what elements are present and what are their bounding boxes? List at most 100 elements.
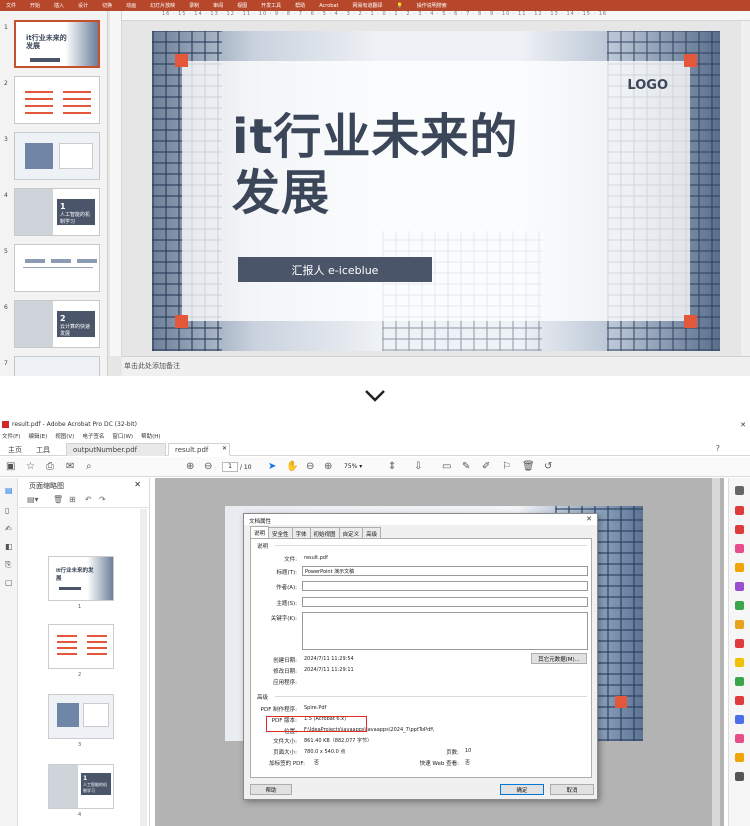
ok-button[interactable]: 确定 bbox=[500, 784, 544, 795]
title-field[interactable]: PowerPoint 演示文稿 bbox=[302, 566, 588, 576]
bookmark-icon[interactable]: ▯ bbox=[5, 506, 9, 515]
slide-thumbnail-5[interactable] bbox=[14, 244, 100, 292]
zoom-out-icon[interactable]: ⊖ bbox=[306, 462, 314, 472]
notes-pane[interactable]: 单击此处添加备注 bbox=[122, 356, 750, 376]
dialog-close-icon[interactable]: ✕ bbox=[586, 515, 592, 523]
slide-title[interactable]: it行业未来的 发展 bbox=[232, 109, 518, 221]
edit-pdf-icon[interactable] bbox=[735, 544, 744, 553]
certificate-icon[interactable] bbox=[735, 753, 744, 762]
save-icon[interactable]: ▣ bbox=[6, 462, 15, 472]
ribbon-tab[interactable]: Acrobat bbox=[319, 3, 338, 9]
ribbon-tab[interactable]: 幻灯片放映 bbox=[150, 2, 175, 9]
delete-icon[interactable]: 🗑 bbox=[522, 462, 535, 472]
menu-window[interactable]: 窗口(W) bbox=[112, 432, 133, 440]
slide-thumbnail-6[interactable]: 2 云计算的快速发展 bbox=[14, 300, 100, 348]
page-down-icon[interactable]: ⊖ bbox=[204, 462, 212, 472]
compress-icon[interactable] bbox=[735, 658, 744, 667]
protect-icon[interactable] bbox=[735, 639, 744, 648]
stamp-icon[interactable]: ⚐ bbox=[502, 462, 511, 472]
window-close-icon[interactable]: ✕ bbox=[740, 421, 746, 429]
scroll-mode-icon[interactable]: ⇩ bbox=[414, 462, 422, 472]
protect-shield-icon[interactable] bbox=[735, 715, 744, 724]
author-field[interactable] bbox=[302, 581, 588, 591]
tell-me-search[interactable]: 操作说明搜索 bbox=[417, 2, 447, 9]
export-pdf-icon[interactable] bbox=[735, 506, 744, 515]
undo-icon[interactable]: ↺ bbox=[544, 462, 552, 472]
attachment-icon[interactable]: ⎘ bbox=[5, 560, 11, 570]
slide-thumbnail-7[interactable] bbox=[14, 356, 100, 376]
pdf-thumbnail-3[interactable] bbox=[48, 694, 114, 739]
organize-pages-icon[interactable] bbox=[735, 601, 744, 610]
ribbon-tab[interactable]: 帮助 bbox=[295, 2, 305, 9]
slide-thumbnail-1[interactable]: it行业未来的发展 bbox=[14, 20, 100, 68]
document-scrollbar[interactable] bbox=[712, 478, 720, 826]
options-menu-icon[interactable]: ▤▾ bbox=[27, 495, 39, 504]
slide-thumbnail-3[interactable] bbox=[14, 132, 100, 180]
help-icon[interactable]: ? bbox=[716, 444, 720, 453]
tab-initial-view[interactable]: 初始视图 bbox=[309, 527, 340, 538]
select-cursor-icon[interactable]: ➤ bbox=[268, 462, 276, 472]
mail-icon[interactable]: ✉ bbox=[66, 462, 74, 472]
print-icon[interactable]: ⎙ bbox=[46, 462, 54, 472]
highlight-icon[interactable]: ✐ bbox=[482, 462, 490, 472]
comment-tool-icon[interactable] bbox=[735, 563, 744, 572]
pen-icon[interactable]: ✎ bbox=[462, 462, 470, 472]
ribbon-tab[interactable]: 开发工具 bbox=[261, 2, 281, 9]
pdf-thumbnail-4[interactable]: 1 人工智能的机制学习 bbox=[48, 764, 114, 809]
pdf-thumbnail-2[interactable] bbox=[48, 624, 114, 669]
panel-close-icon[interactable]: ✕ bbox=[134, 480, 141, 489]
rotate-right-icon[interactable]: ↷ bbox=[99, 495, 106, 504]
fill-sign-icon[interactable] bbox=[735, 582, 744, 591]
ribbon-tab[interactable]: 录制 bbox=[189, 2, 199, 9]
tab-output-number-pdf[interactable]: outputNumber.pdf bbox=[66, 443, 166, 456]
page-thumbnails-icon[interactable]: ▤ bbox=[5, 486, 13, 495]
menu-esign[interactable]: 电子签名 bbox=[82, 432, 104, 440]
close-tab-icon[interactable]: ✕ bbox=[222, 445, 227, 452]
tab-description[interactable]: 说明 bbox=[250, 526, 270, 538]
zoom-tool-icon[interactable] bbox=[735, 486, 744, 495]
page-up-icon[interactable]: ⊕ bbox=[186, 462, 194, 472]
insert-page-icon[interactable]: ⊞ bbox=[69, 495, 76, 504]
reporter-box[interactable]: 汇报人 e-iceblue bbox=[238, 257, 432, 282]
more-tools-icon[interactable] bbox=[735, 772, 744, 781]
comment-icon[interactable]: ▭ bbox=[442, 462, 451, 472]
more-metadata-button[interactable]: 其它元数据(M)... bbox=[531, 653, 587, 664]
zoom-in-icon[interactable]: ⊕ bbox=[324, 462, 332, 472]
tab-tools[interactable]: 工具 bbox=[30, 443, 56, 456]
search-icon[interactable]: ⌕ bbox=[86, 462, 92, 472]
tab-fonts[interactable]: 字体 bbox=[291, 527, 311, 538]
slide-thumbnail-2[interactable] bbox=[14, 76, 100, 124]
ribbon-tab[interactable]: 插入 bbox=[54, 2, 64, 9]
ribbon-tab[interactable]: 动画 bbox=[126, 2, 136, 9]
ribbon-tab[interactable]: 视图 bbox=[237, 2, 247, 9]
tab-result-pdf[interactable]: result.pdf bbox=[168, 443, 230, 456]
slide-thumbnail-pane[interactable]: 1 it行业未来的发展 2 3 4 1 人工智能的机制学习 5 6 2 云计算的… bbox=[0, 11, 108, 376]
zoom-select[interactable]: 75% ▾ bbox=[344, 463, 376, 472]
panel-scrollbar[interactable] bbox=[140, 509, 147, 826]
help-button[interactable]: 帮助 bbox=[250, 784, 292, 795]
ribbon-tab[interactable]: 开始 bbox=[30, 2, 40, 9]
signature-icon[interactable]: ✍ bbox=[5, 524, 12, 533]
tab-advanced[interactable]: 高级 bbox=[362, 527, 382, 538]
ribbon-tab[interactable]: 文件 bbox=[6, 2, 16, 9]
menu-view[interactable]: 视图(V) bbox=[55, 432, 74, 440]
hand-icon[interactable]: ✋ bbox=[286, 462, 298, 472]
fit-page-icon[interactable]: ⇕ bbox=[388, 462, 396, 472]
ppt-vertical-scrollbar[interactable] bbox=[741, 21, 750, 356]
keywords-field[interactable] bbox=[302, 612, 588, 650]
print-production-icon[interactable] bbox=[735, 677, 744, 686]
tab-custom[interactable]: 自定义 bbox=[338, 527, 364, 538]
rotate-left-icon[interactable]: ↶ bbox=[85, 495, 92, 504]
menu-file[interactable]: 文件(F) bbox=[2, 432, 20, 440]
trash-icon[interactable]: 🗑 bbox=[53, 495, 63, 504]
pdf-thumbnail-1[interactable]: it行业未来的发展 bbox=[48, 556, 114, 601]
create-pdf-icon[interactable] bbox=[735, 525, 744, 534]
slide-canvas[interactable]: LOGO it行业未来的 发展 汇报人 e-iceblue bbox=[152, 31, 720, 351]
menu-help[interactable]: 帮助(H) bbox=[141, 432, 160, 440]
star-icon[interactable]: ☆ bbox=[26, 462, 35, 472]
layers-icon[interactable]: ◧ bbox=[5, 542, 13, 551]
ribbon-tab[interactable]: 审阅 bbox=[213, 2, 223, 9]
subject-field[interactable] bbox=[302, 597, 588, 607]
document-icon[interactable]: ▢ bbox=[5, 578, 13, 587]
menu-edit[interactable]: 编辑(E) bbox=[28, 432, 47, 440]
